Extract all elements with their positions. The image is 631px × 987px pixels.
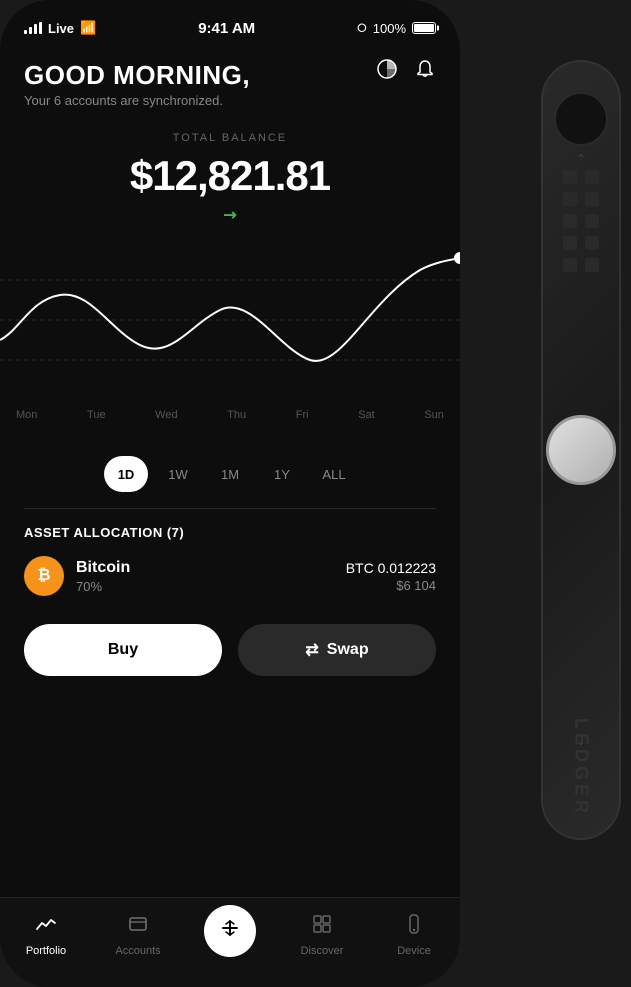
action-buttons: Buy ⇄ Swap bbox=[0, 604, 460, 696]
balance-change: ↗ bbox=[24, 206, 436, 224]
device-icon-9 bbox=[563, 258, 577, 272]
asset-allocation-section: ASSET ALLOCATION (7) ₿ Bitcoin 70% BTC 0… bbox=[0, 525, 460, 596]
bell-icon[interactable] bbox=[414, 58, 436, 86]
nav-transfer-center[interactable] bbox=[184, 905, 276, 965]
portfolio-icon bbox=[35, 913, 57, 941]
ledger-brand-label: LEDGER bbox=[571, 718, 592, 817]
chart-svg bbox=[0, 240, 460, 400]
ledger-device: ⌃ ⌄ LEDGER bbox=[531, 60, 631, 930]
day-sun: Sun bbox=[424, 409, 444, 421]
device-nav-up[interactable]: ⌃ bbox=[576, 152, 586, 166]
nav-device-label: Device bbox=[397, 945, 431, 957]
nav-device[interactable]: Device bbox=[368, 913, 460, 957]
nav-accounts[interactable]: Accounts bbox=[92, 913, 184, 957]
filter-1y[interactable]: 1Y bbox=[260, 456, 304, 492]
accounts-icon bbox=[127, 913, 149, 941]
device-icon-6 bbox=[585, 214, 599, 228]
battery-label: 100% bbox=[373, 21, 406, 36]
bluetooth-icon: ⭘ bbox=[357, 21, 367, 36]
device-top-circle bbox=[554, 92, 608, 146]
signal-icon bbox=[24, 22, 42, 34]
status-time: 9:41 AM bbox=[198, 20, 255, 37]
device-icon-1 bbox=[563, 170, 577, 184]
bitcoin-icon: ₿ bbox=[24, 556, 64, 596]
filter-1m[interactable]: 1M bbox=[208, 456, 252, 492]
buy-button[interactable]: Buy bbox=[24, 624, 222, 676]
price-chart: Mon Tue Wed Thu Fri Sat Sun bbox=[0, 240, 460, 440]
bitcoin-value: $6 104 bbox=[346, 578, 436, 593]
swap-icon: ⇄ bbox=[305, 640, 318, 660]
asset-bitcoin-left: ₿ Bitcoin 70% bbox=[24, 556, 130, 596]
chart-pie-icon[interactable] bbox=[376, 58, 398, 86]
status-left: Live 📶 bbox=[24, 20, 96, 36]
battery-fill bbox=[414, 24, 434, 32]
device-icon-7 bbox=[563, 236, 577, 250]
device-middle-button[interactable] bbox=[546, 415, 616, 485]
phone-frame: Live 📶 9:41 AM ⭘ 100% GOOD MORNING, Your… bbox=[0, 0, 460, 987]
discover-icon bbox=[311, 913, 333, 941]
swap-button[interactable]: ⇄ Swap bbox=[238, 624, 436, 676]
bitcoin-percentage: 70% bbox=[76, 579, 130, 594]
device-icon-3 bbox=[563, 192, 577, 206]
chart-day-labels: Mon Tue Wed Thu Fri Sat Sun bbox=[0, 409, 460, 421]
greeting-title: GOOD MORNING, bbox=[24, 60, 436, 91]
device-icon-8 bbox=[585, 236, 599, 250]
day-thu: Thu bbox=[227, 409, 246, 421]
filter-1d[interactable]: 1D bbox=[104, 456, 148, 492]
trend-up-icon: ↗ bbox=[217, 202, 242, 227]
accounts-subtitle: Your 6 accounts are synchronized. bbox=[24, 93, 436, 108]
section-divider bbox=[24, 508, 436, 509]
carrier-label: Live bbox=[48, 21, 74, 36]
day-fri: Fri bbox=[296, 409, 309, 421]
device-body: ⌃ ⌄ LEDGER bbox=[541, 60, 621, 840]
battery-icon bbox=[412, 22, 436, 34]
transfer-button[interactable] bbox=[204, 905, 256, 957]
nav-accounts-label: Accounts bbox=[115, 945, 160, 957]
device-icon-2 bbox=[585, 170, 599, 184]
nav-discover-label: Discover bbox=[301, 945, 344, 957]
bitcoin-name: Bitcoin bbox=[76, 559, 130, 577]
asset-bitcoin-row[interactable]: ₿ Bitcoin 70% BTC 0.012223 $6 104 bbox=[24, 556, 436, 596]
asset-bitcoin-right: BTC 0.012223 $6 104 bbox=[346, 560, 436, 593]
device-icon bbox=[403, 913, 425, 941]
device-icon-4 bbox=[585, 192, 599, 206]
balance-section: TOTAL BALANCE $12,821.81 ↗ bbox=[0, 108, 460, 224]
day-wed: Wed bbox=[155, 409, 177, 421]
status-right: ⭘ 100% bbox=[357, 21, 436, 36]
device-icon-10 bbox=[585, 258, 599, 272]
nav-portfolio-label: Portfolio bbox=[26, 945, 66, 957]
day-mon: Mon bbox=[16, 409, 37, 421]
filter-1w[interactable]: 1W bbox=[156, 456, 200, 492]
device-icon-grid bbox=[555, 162, 607, 280]
status-bar: Live 📶 9:41 AM ⭘ 100% bbox=[0, 0, 460, 44]
day-tue: Tue bbox=[87, 409, 106, 421]
bottom-navigation: Portfolio Accounts bbox=[0, 897, 460, 987]
nav-portfolio[interactable]: Portfolio bbox=[0, 913, 92, 957]
nav-discover[interactable]: Discover bbox=[276, 913, 368, 957]
transfer-icon bbox=[219, 917, 241, 945]
wifi-icon: 📶 bbox=[80, 20, 96, 36]
day-sat: Sat bbox=[358, 409, 375, 421]
asset-bitcoin-info: Bitcoin 70% bbox=[76, 559, 130, 594]
bitcoin-amount: BTC 0.012223 bbox=[346, 560, 436, 576]
asset-allocation-title: ASSET ALLOCATION (7) bbox=[24, 525, 436, 540]
filter-all[interactable]: ALL bbox=[312, 456, 356, 492]
device-icon-5 bbox=[563, 214, 577, 228]
time-filter-bar: 1D 1W 1M 1Y ALL bbox=[0, 456, 460, 492]
balance-amount: $12,821.81 bbox=[24, 152, 436, 200]
balance-label: TOTAL BALANCE bbox=[24, 132, 436, 144]
header-icons bbox=[376, 58, 436, 86]
swap-label: Swap bbox=[327, 641, 369, 659]
